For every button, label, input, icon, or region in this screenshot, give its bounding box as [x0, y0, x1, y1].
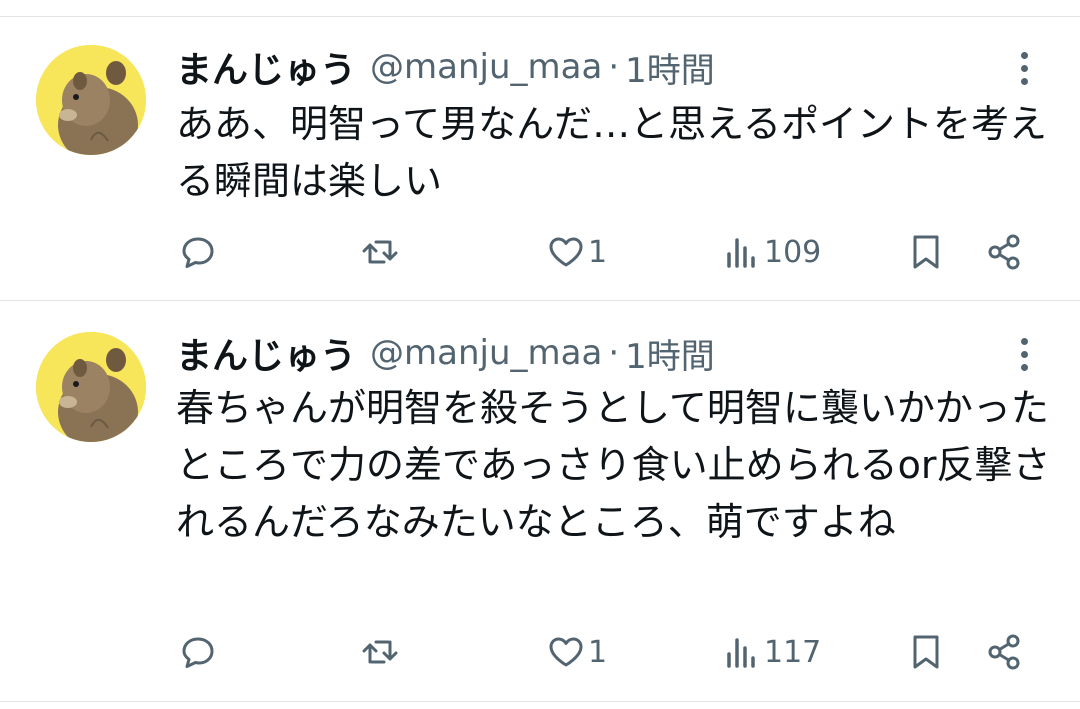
- avatar[interactable]: [36, 332, 146, 442]
- display-name[interactable]: まんじゅう: [176, 41, 356, 93]
- more-vertical-icon[interactable]: [1010, 334, 1038, 374]
- bookmark-icon: [913, 635, 939, 669]
- views-button[interactable]: 117: [722, 632, 821, 672]
- avatar-image: [36, 332, 146, 442]
- analytics-icon: [727, 638, 755, 668]
- tweet-header: まんじゅう @manju_maa · 1時間: [176, 328, 715, 378]
- tweet-text: 春ちゃんが明智を殺そうとして明智に襲いかかったところで力の差であっさり食い止めら…: [176, 386, 1051, 544]
- like-button[interactable]: 1: [546, 632, 607, 672]
- tweet[interactable]: まんじゅう @manju_maa · 1時間 ああ、明智って男なんだ…と思えるポ…: [0, 0, 1080, 300]
- bottom-divider: [0, 701, 1080, 702]
- retweet-icon: [362, 640, 398, 664]
- heart-icon: [549, 237, 583, 267]
- like-count: 1: [588, 234, 608, 270]
- like-button[interactable]: 1: [546, 232, 607, 272]
- separator-dot: ·: [608, 47, 620, 87]
- retweet-button[interactable]: [360, 232, 400, 272]
- heart-icon: [549, 637, 583, 667]
- view-count: 109: [764, 234, 822, 270]
- tweet-text: ああ、明智って男なんだ…と思えるポイントを考える瞬間は楽しい: [176, 102, 1047, 203]
- bookmark-button[interactable]: [906, 632, 946, 672]
- reply-icon: [182, 637, 214, 668]
- share-icon: [988, 634, 1020, 670]
- separator-dot: ·: [608, 333, 620, 373]
- share-button[interactable]: [984, 632, 1024, 672]
- user-handle[interactable]: @manju_maa: [370, 47, 602, 87]
- share-button[interactable]: [984, 232, 1024, 272]
- user-handle[interactable]: @manju_maa: [370, 333, 602, 373]
- tweet-header: まんじゅう @manju_maa · 1時間: [176, 42, 715, 92]
- more-vertical-icon[interactable]: [1010, 48, 1038, 88]
- retweet-icon: [362, 240, 398, 264]
- like-count: 1: [588, 634, 608, 670]
- views-button[interactable]: 109: [722, 232, 821, 272]
- bookmark-icon: [913, 235, 939, 269]
- avatar[interactable]: [36, 45, 146, 155]
- timestamp[interactable]: 1時間: [625, 329, 715, 378]
- analytics-icon: [727, 238, 755, 268]
- reply-icon: [182, 237, 214, 268]
- tweet[interactable]: まんじゅう @manju_maa · 1時間 春ちゃんが明智を殺そうとして明智に…: [0, 300, 1080, 709]
- share-icon: [988, 234, 1020, 270]
- reply-button[interactable]: [178, 632, 218, 672]
- avatar-image: [36, 45, 146, 155]
- timestamp[interactable]: 1時間: [625, 43, 715, 92]
- reply-button[interactable]: [178, 232, 218, 272]
- bookmark-button[interactable]: [906, 232, 946, 272]
- view-count: 117: [764, 634, 822, 670]
- display-name[interactable]: まんじゅう: [176, 327, 356, 379]
- retweet-button[interactable]: [360, 632, 400, 672]
